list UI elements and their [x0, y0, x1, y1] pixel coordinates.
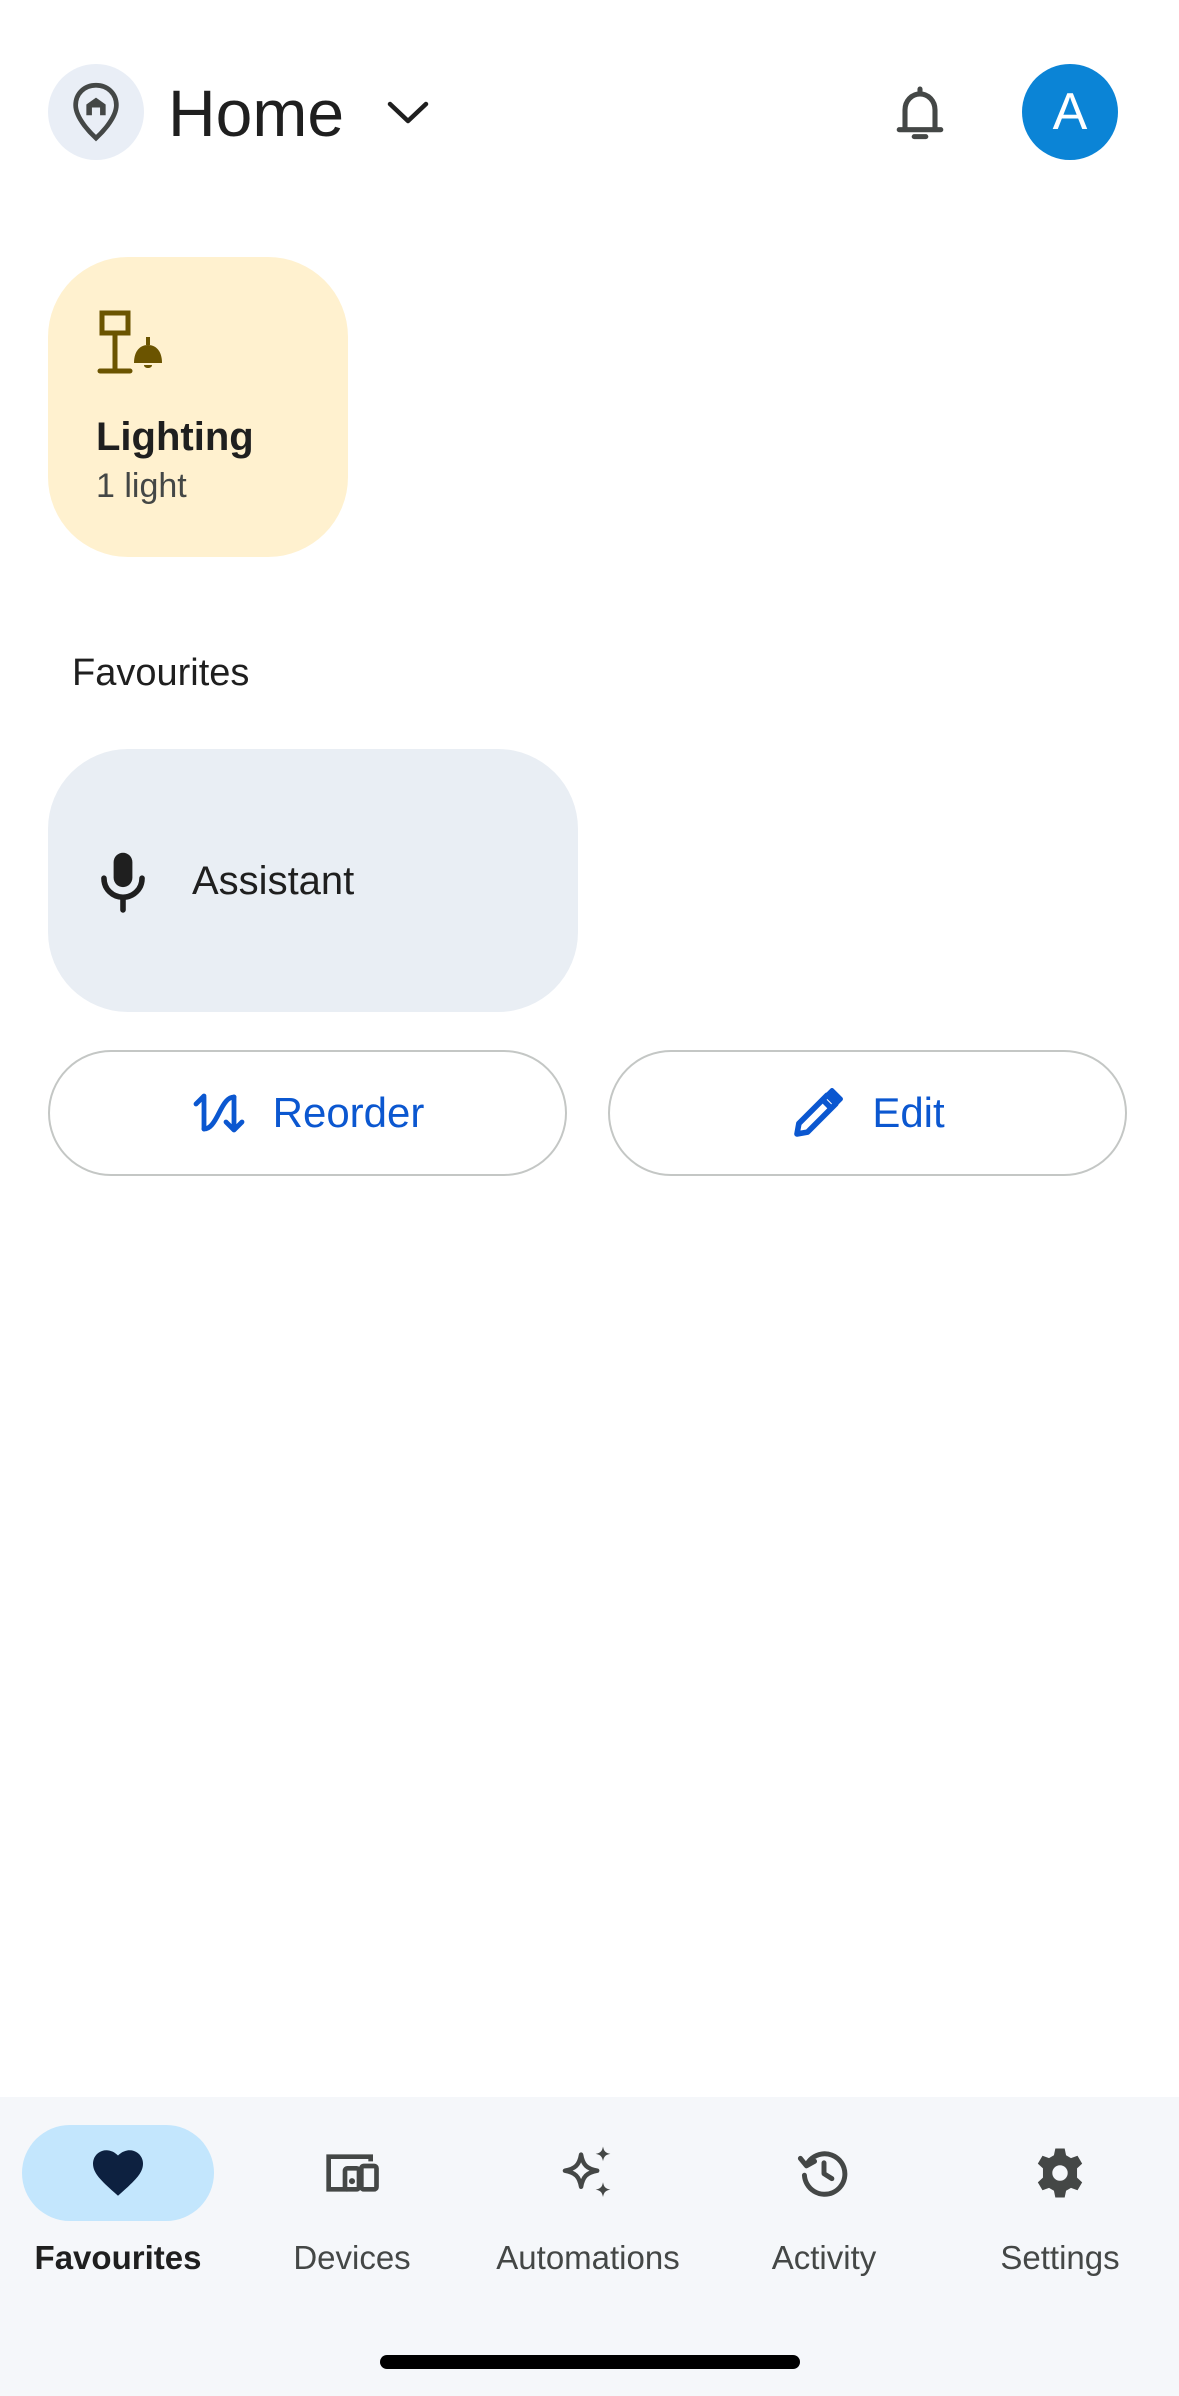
- bell-icon: [896, 86, 944, 140]
- nav-label-favourites: Favourites: [34, 2239, 202, 2276]
- reorder-icon: [191, 1085, 247, 1141]
- nav-settings[interactable]: Settings: [942, 2097, 1178, 2317]
- nav-devices[interactable]: Devices: [234, 2097, 470, 2317]
- gear-icon: [1037, 2148, 1083, 2198]
- devices-icon: [326, 2154, 379, 2192]
- nav-favourites[interactable]: Favourites: [0, 2097, 236, 2317]
- nav-automations[interactable]: Automations: [470, 2097, 706, 2317]
- chevron-down-icon: [387, 101, 429, 124]
- account-avatar[interactable]: A: [1022, 64, 1118, 160]
- nav-activity[interactable]: Activity: [706, 2097, 942, 2317]
- notifications-button[interactable]: [888, 82, 952, 146]
- assistant-favourite-card[interactable]: Assistant: [48, 749, 578, 1012]
- lighting-category-card[interactable]: Lighting 1 light: [48, 257, 348, 557]
- nav-icon-slot: [492, 2125, 684, 2221]
- bottom-navigation: Favourites Devices Automations Activity …: [0, 2097, 1179, 2396]
- microphone-icon: [101, 852, 145, 913]
- header: Home A: [0, 0, 1179, 230]
- reorder-button[interactable]: Reorder: [48, 1050, 567, 1176]
- edit-label: Edit: [872, 1089, 945, 1136]
- home-selector-chevron[interactable]: [384, 92, 432, 134]
- pencil-icon: [790, 1085, 846, 1141]
- history-icon: [797, 2151, 848, 2197]
- home-location-button[interactable]: [48, 64, 144, 160]
- sparkle-icon: [562, 2146, 611, 2197]
- nav-label-automations: Automations: [496, 2239, 680, 2276]
- heart-icon: [93, 2150, 143, 2196]
- nav-icon-slot: [964, 2125, 1156, 2221]
- nav-label-activity: Activity: [771, 2239, 877, 2276]
- nav-icon-slot: [728, 2125, 920, 2221]
- nav-active-indicator: [22, 2125, 214, 2221]
- home-indicator[interactable]: [380, 2355, 800, 2369]
- nav-label-settings: Settings: [1000, 2239, 1120, 2276]
- lamp-icon: [97, 310, 162, 374]
- reorder-label: Reorder: [272, 1089, 425, 1136]
- category-count: 1 light: [96, 467, 187, 505]
- category-name: Lighting: [96, 415, 254, 459]
- nav-icon-slot: [256, 2125, 448, 2221]
- edit-button[interactable]: Edit: [608, 1050, 1127, 1176]
- nav-label-devices: Devices: [293, 2239, 411, 2276]
- home-title[interactable]: Home: [168, 70, 344, 156]
- home-pin-icon: [73, 82, 119, 142]
- favourites-section-title: Favourites: [72, 652, 250, 694]
- assistant-label: Assistant: [192, 859, 355, 903]
